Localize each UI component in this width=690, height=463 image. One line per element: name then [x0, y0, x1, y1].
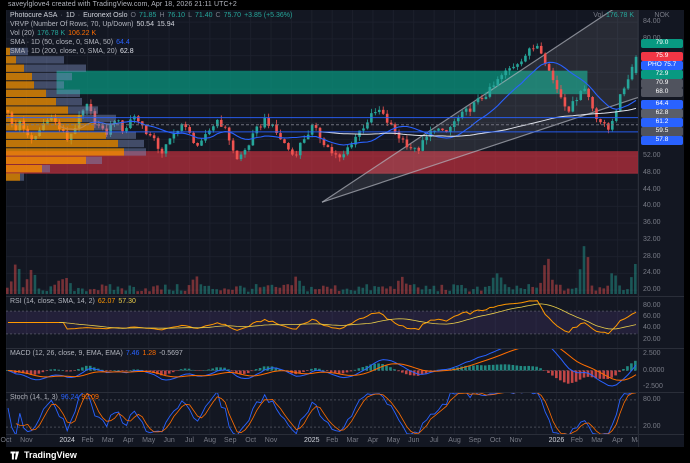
- tradingview-logo-icon: [10, 450, 21, 461]
- chart-frame[interactable]: Photocure ASA·1D·Euronext OsloO71.85H76.…: [6, 10, 684, 447]
- time-axis-label: Apr: [608, 437, 628, 444]
- price-scale[interactable]: NOK 84.0080.0076.0072.0068.0064.0060.005…: [638, 10, 684, 447]
- price-axis-label: 24.00: [643, 269, 661, 276]
- price-badge: 72.9: [641, 70, 683, 79]
- time-axis-label: May: [139, 437, 159, 444]
- time-axis-label: Aug: [200, 437, 220, 444]
- time-axis-label: Feb: [78, 437, 98, 444]
- price-pane[interactable]: Photocure ASA·1D·Euronext OsloO71.85H76.…: [6, 10, 638, 296]
- time-axis-label: 2026: [546, 437, 566, 444]
- candlestick-chart[interactable]: [6, 10, 638, 296]
- tradingview-chart-screenshot: saveylglove4 created with TradingView.co…: [0, 0, 690, 463]
- price-badge: 70.9: [641, 79, 683, 88]
- tradingview-logo[interactable]: TradingView: [10, 450, 77, 461]
- time-axis-label: Oct: [0, 437, 16, 444]
- time-axis-label: Mar: [343, 437, 363, 444]
- time-axis-label: 2025: [302, 437, 322, 444]
- time-axis-label: Oct: [485, 437, 505, 444]
- pane-separator[interactable]: [6, 296, 684, 297]
- time-axis-label: Feb: [322, 437, 342, 444]
- time-axis-label: Aug: [445, 437, 465, 444]
- time-axis-label: Jul: [424, 437, 444, 444]
- pane-separator[interactable]: [6, 392, 684, 393]
- price-axis-label: 40.00: [643, 324, 661, 331]
- stoch-plot[interactable]: [6, 393, 638, 434]
- rsi-plot[interactable]: [6, 297, 638, 348]
- time-axis-label: Mar: [587, 437, 607, 444]
- price-badge: 62.8: [641, 109, 683, 118]
- price-axis-label: 20.00: [643, 336, 661, 343]
- price-badge: 61.2: [641, 118, 683, 127]
- price-badge: 79.0: [641, 39, 683, 48]
- price-badge: PHO 75.7: [641, 61, 683, 70]
- time-axis[interactable]: OctNov2024FebMarAprMayJunJulAugSepOctNov…: [6, 435, 684, 447]
- price-axis-label: -2.500: [643, 383, 663, 390]
- time-axis-label: Apr: [363, 437, 383, 444]
- price-axis-label: 2.500: [643, 350, 661, 357]
- time-axis-label: Feb: [567, 437, 587, 444]
- attribution-text: saveylglove4 created with TradingView.co…: [8, 1, 237, 8]
- time-axis-label: May: [383, 437, 403, 444]
- price-badge: 68.0: [641, 88, 683, 97]
- pane-separator[interactable]: [6, 434, 684, 435]
- time-axis-label: Nov: [261, 437, 281, 444]
- time-axis-label: Jun: [159, 437, 179, 444]
- rsi-pane[interactable]: RSI (14, close, SMA, 14, 2)62.0757.30: [6, 297, 638, 348]
- price-badge: 75.9: [641, 52, 683, 61]
- time-axis-label: Jun: [404, 437, 424, 444]
- price-axis-label: 80.00: [643, 396, 661, 403]
- price-axis-label: 0.0000: [643, 367, 664, 374]
- price-axis-label: 60.00: [643, 313, 661, 320]
- time-axis-label: Nov: [506, 437, 526, 444]
- price-axis-label: 52.00: [643, 152, 661, 159]
- time-axis-label: Apr: [118, 437, 138, 444]
- price-axis-label: 36.00: [643, 219, 661, 226]
- volume-bars: [6, 246, 637, 294]
- price-axis-label: 80.00: [643, 302, 661, 309]
- time-axis-label: Nov: [16, 437, 36, 444]
- price-axis-label: 32.00: [643, 236, 661, 243]
- price-badge: 59.5: [641, 127, 683, 136]
- tradingview-wordmark: TradingView: [24, 450, 77, 460]
- price-axis-label: 40.00: [643, 202, 661, 209]
- price-axis-label: 20.00: [643, 423, 661, 430]
- price-axis-label: 48.00: [643, 169, 661, 176]
- price-axis-label: 28.00: [643, 253, 661, 260]
- time-axis-label: Jul: [179, 437, 199, 444]
- price-axis-label: 44.00: [643, 186, 661, 193]
- macd-pane[interactable]: MACD (12, 26, close, 9, EMA, EMA)7.461.2…: [6, 349, 638, 392]
- time-axis-label: Mar: [98, 437, 118, 444]
- time-axis-label: Oct: [241, 437, 261, 444]
- time-axis-label: 2024: [57, 437, 77, 444]
- price-badge: 64.4: [641, 100, 683, 109]
- stoch-pane[interactable]: Stoch (14, 1, 3)96.2492.09: [6, 393, 638, 434]
- pane-separator[interactable]: [6, 348, 684, 349]
- time-axis-label: Sep: [220, 437, 240, 444]
- time-axis-label: Sep: [465, 437, 485, 444]
- price-axis-label: 84.00: [643, 18, 661, 25]
- macd-plot[interactable]: [6, 349, 638, 392]
- price-badge: 57.8: [641, 136, 683, 145]
- bottom-bar: TradingView: [0, 447, 690, 463]
- price-axis-label: 20.00: [643, 286, 661, 293]
